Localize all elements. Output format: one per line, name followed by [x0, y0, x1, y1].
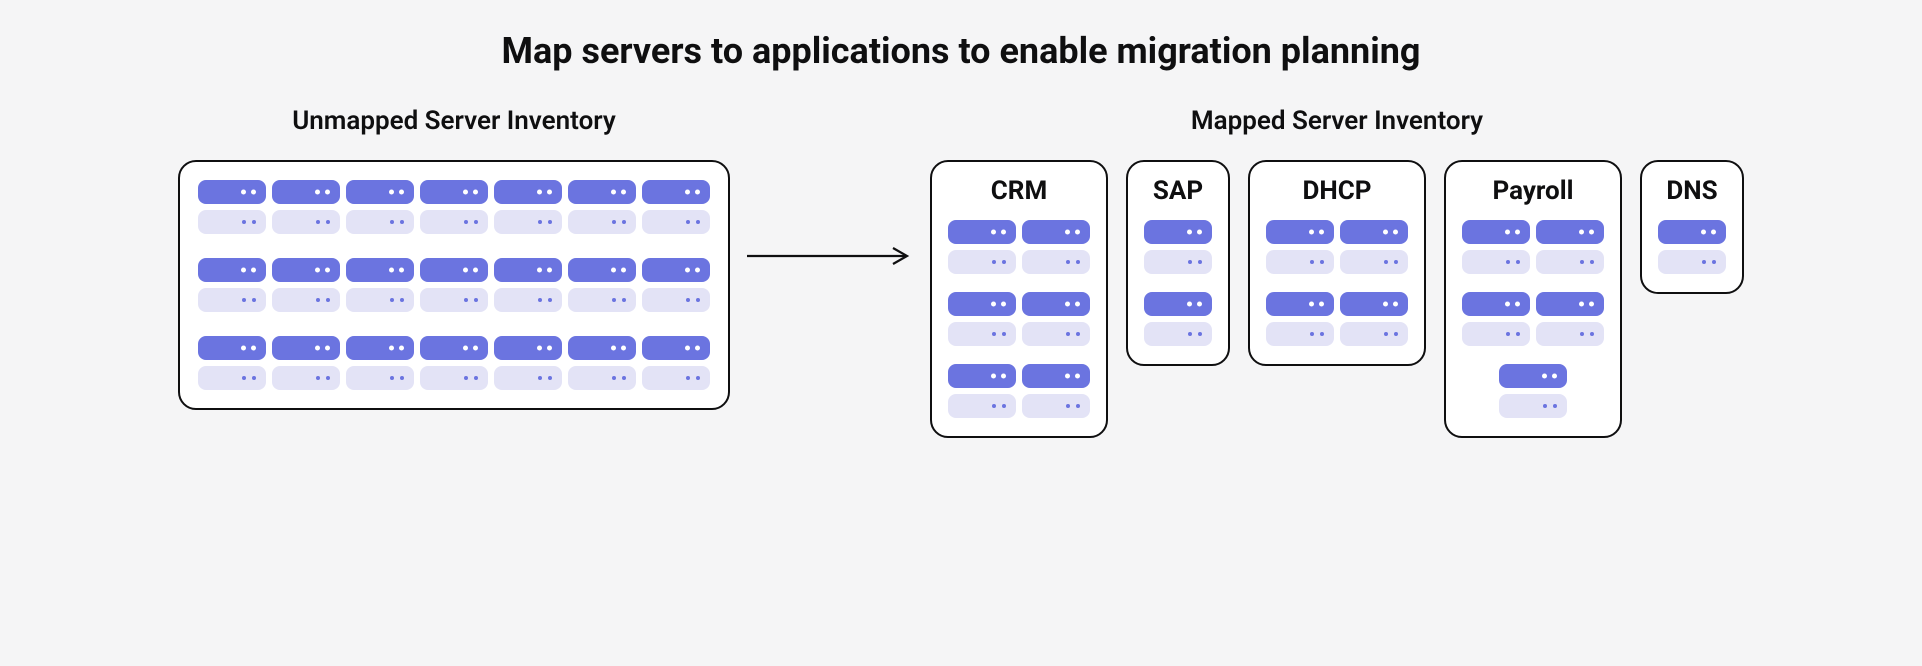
server-icon: [1266, 292, 1334, 346]
group-panel-dhcp: DHCP: [1248, 160, 1426, 366]
group-panel-sap: SAP: [1126, 160, 1230, 366]
server-icon: [272, 258, 340, 312]
server-icon: [1462, 292, 1530, 346]
server-icon: [494, 336, 562, 390]
server-icon: [1536, 292, 1604, 346]
mapped-column: Mapped Server Inventory CRM SAP DHCP Payrol…: [930, 106, 1744, 438]
server-icon: [198, 336, 266, 390]
server-icon: [272, 180, 340, 234]
server-icon: [1658, 220, 1726, 274]
server-icon: [1022, 364, 1090, 418]
server-icon: [1462, 220, 1530, 274]
server-icon: [1022, 220, 1090, 274]
unmapped-column: Unmapped Server Inventory: [178, 106, 730, 410]
unmapped-grid: [198, 180, 710, 390]
group-grid: [1266, 220, 1408, 346]
server-icon: [948, 364, 1016, 418]
server-icon: [346, 258, 414, 312]
server-icon: [642, 258, 710, 312]
server-icon: [346, 336, 414, 390]
server-icon: [420, 258, 488, 312]
unmapped-heading: Unmapped Server Inventory: [292, 106, 616, 140]
server-icon: [346, 180, 414, 234]
server-icon: [1499, 364, 1567, 418]
server-icon: [568, 180, 636, 234]
arrow-right-icon: [745, 246, 915, 266]
group-grid: [1658, 220, 1726, 274]
server-icon: [1536, 220, 1604, 274]
server-icon: [420, 336, 488, 390]
group-label: SAP: [1153, 176, 1203, 206]
server-icon: [642, 180, 710, 234]
group-label: CRM: [991, 176, 1047, 206]
server-icon: [642, 336, 710, 390]
server-icon: [420, 180, 488, 234]
diagram-title: Map servers to applications to enable mi…: [48, 30, 1874, 72]
group-grid: [948, 220, 1090, 418]
server-icon: [494, 258, 562, 312]
server-icon: [948, 292, 1016, 346]
server-icon: [1022, 292, 1090, 346]
server-icon: [1340, 292, 1408, 346]
arrow-column: [730, 106, 930, 266]
server-icon: [1144, 292, 1212, 346]
server-icon: [198, 180, 266, 234]
group-panel-dns: DNS: [1640, 160, 1744, 294]
group-grid: [1462, 220, 1604, 346]
group-grid: [1144, 220, 1212, 346]
server-icon: [1144, 220, 1212, 274]
server-icon: [1340, 220, 1408, 274]
server-icon: [568, 258, 636, 312]
mapped-row: CRM SAP DHCP Payroll DNS: [930, 160, 1744, 438]
server-icon: [568, 336, 636, 390]
server-icon: [948, 220, 1016, 274]
group-label: Payroll: [1493, 176, 1574, 206]
unmapped-panel: [178, 160, 730, 410]
group-label: DHCP: [1302, 176, 1371, 206]
server-icon: [1266, 220, 1334, 274]
server-icon: [494, 180, 562, 234]
diagram-body: Unmapped Server Inventory Mapped Server …: [48, 106, 1874, 438]
mapped-heading: Mapped Server Inventory: [1191, 106, 1483, 140]
server-icon: [272, 336, 340, 390]
group-panel-crm: CRM: [930, 160, 1108, 438]
group-panel-payroll: Payroll: [1444, 160, 1622, 438]
group-label: DNS: [1666, 176, 1717, 206]
server-icon: [198, 258, 266, 312]
group-grid-remainder: [1499, 364, 1567, 418]
